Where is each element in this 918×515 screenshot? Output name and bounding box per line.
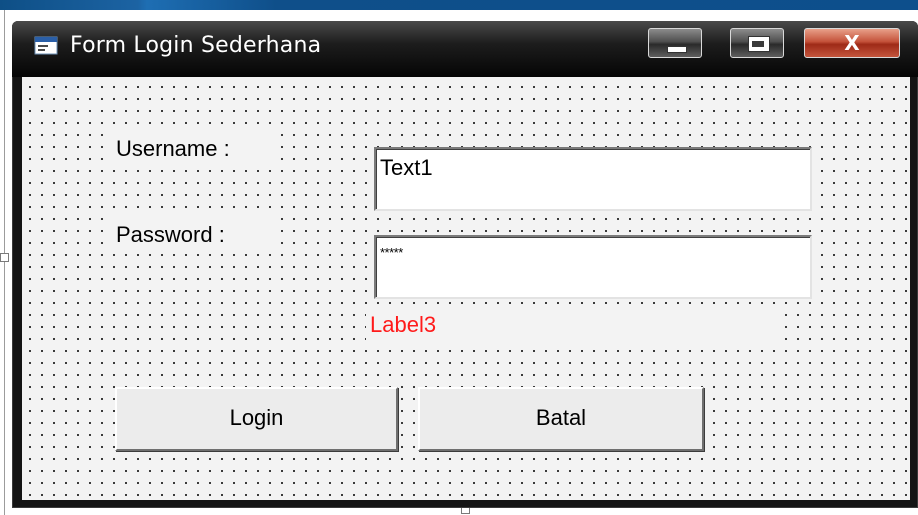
cancel-button[interactable]: Batal xyxy=(418,387,704,451)
maximize-button[interactable] xyxy=(730,28,784,58)
password-field[interactable]: ***** xyxy=(374,235,812,299)
form-window-icon xyxy=(34,36,58,55)
close-button[interactable]: X xyxy=(804,28,900,58)
window-title: Form Login Sederhana xyxy=(70,33,322,58)
title-bar[interactable]: Form Login Sederhana X xyxy=(12,21,918,77)
designer-left-edge xyxy=(0,10,12,515)
maximize-icon xyxy=(748,36,770,52)
login-button[interactable]: Login xyxy=(115,387,398,451)
designer-top-strip xyxy=(0,0,918,10)
form-client-area: Username : Password : Text1 ***** Label3… xyxy=(22,77,910,500)
message-label: Label3 xyxy=(366,307,784,343)
username-label: Username : xyxy=(112,131,275,167)
form-window: Form Login Sederhana X Username : Passwo… xyxy=(12,21,918,508)
close-icon: X xyxy=(844,31,860,55)
username-field[interactable]: Text1 xyxy=(374,147,812,211)
minimize-icon xyxy=(667,46,687,53)
resize-handle-left[interactable] xyxy=(0,253,9,262)
password-label: Password : xyxy=(112,217,275,253)
minimize-button[interactable] xyxy=(648,28,702,58)
designer-border-line xyxy=(4,10,5,515)
